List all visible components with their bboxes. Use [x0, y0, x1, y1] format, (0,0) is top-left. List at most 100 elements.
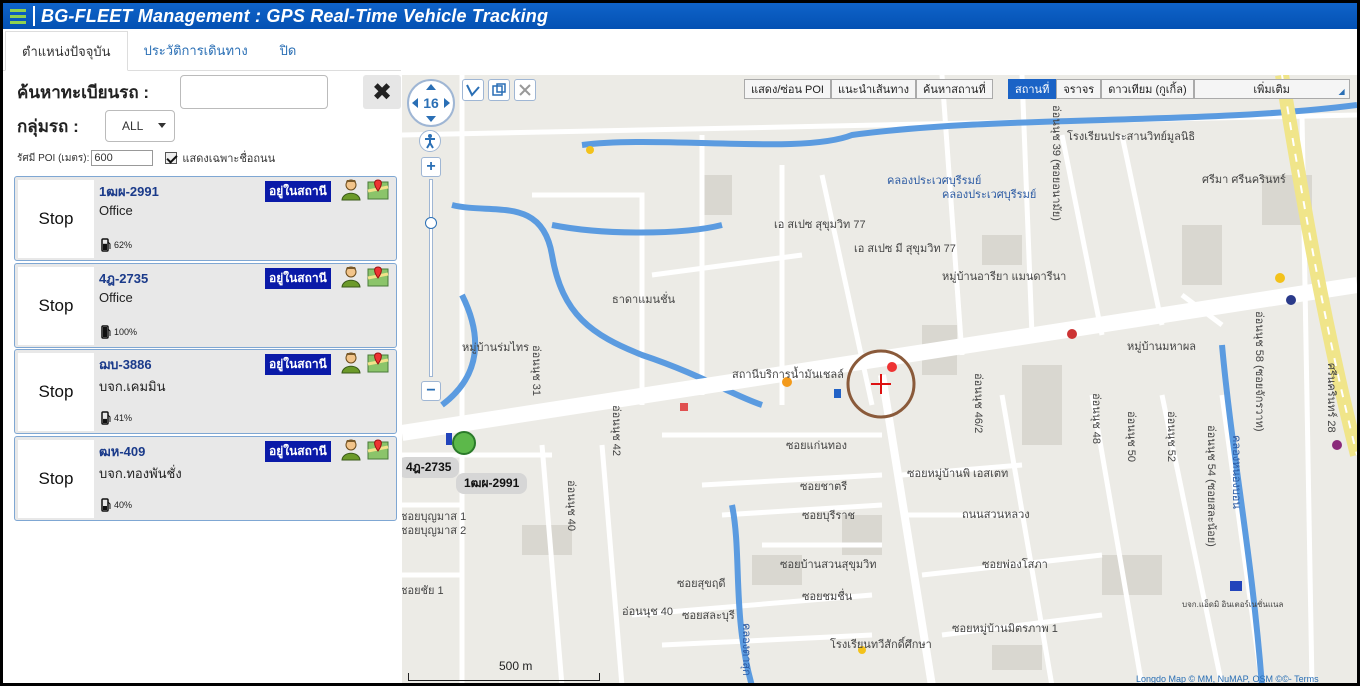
map-road-label: อ่อนนุช 42: [610, 405, 622, 457]
map-place-label: หมู่บ้านมหาผล: [1127, 341, 1197, 353]
vehicle-list: Stop 1ฒผ-2991 Office อยู่ในสถานี 62% Sto…: [14, 176, 397, 522]
measure-distance-button[interactable]: [462, 79, 484, 101]
vehicle-location: บจก.ทองพันชั่ง: [99, 465, 182, 481]
zoom-out-button[interactable]: −: [421, 381, 441, 401]
plate-search-label: ค้นหาทะเบียนรถ :: [17, 83, 150, 102]
map-locate-icon[interactable]: [367, 352, 389, 374]
map-place-label: โรงเรียนทวีสักดิ์ศึกษา: [830, 639, 932, 651]
vehicle-card[interactable]: Stop 4ฎ-2735 Office อยู่ในสถานี 100%: [14, 262, 397, 348]
map-road-label: อ่อนนุช 48: [1090, 393, 1102, 445]
fuel-level-text: 41%: [114, 413, 133, 423]
vehicle-card[interactable]: Stop ฒห-409 บจก.ทองพันชั่ง อยู่ในสถานี 4…: [14, 435, 397, 521]
map-place-label: คลองประเวศบุรีรมย์: [942, 189, 1037, 201]
map-place-label: ซอยชัย 1: [402, 585, 444, 597]
clear-measure-button[interactable]: [514, 79, 536, 101]
group-label: กลุ่มรถ :: [17, 117, 79, 136]
map-road-label: คลองหนองบอน: [1230, 435, 1242, 509]
vehicle-status-button[interactable]: Stop: [18, 266, 94, 345]
map-place-label: ธาดาแมนชั่น: [612, 294, 676, 306]
vehicle-location: Office: [99, 203, 133, 218]
vehicle-plate[interactable]: 4ฎ-2735: [99, 268, 148, 289]
map-type-places[interactable]: สถานที่: [1008, 79, 1057, 99]
map-canvas[interactable]: โรงเรียนประสานวิทย์มูลนิธิ คลองประเวศบุรี…: [402, 75, 1357, 683]
toggle-poi-button[interactable]: แสดง/ซ่อน POI: [744, 79, 831, 99]
map-place-label: ถนนสวนหลวง: [962, 509, 1030, 521]
driver-icon[interactable]: [341, 439, 361, 461]
map-place-label: ซอยบุรีราช: [802, 510, 855, 522]
map-background: [402, 75, 1357, 683]
zoom-slider-track[interactable]: [429, 179, 433, 377]
map-place-label: เอ สเปซ มี สุขุมวิท 77: [854, 243, 956, 255]
map-locate-icon[interactable]: [367, 265, 389, 288]
map-place-label: ซอยสุขฤดี: [677, 578, 726, 590]
driver-icon[interactable]: [341, 266, 361, 288]
vehicle-card[interactable]: Stop 1ฒผ-2991 Office อยู่ในสถานี 62%: [14, 176, 397, 261]
hamburger-menu-icon[interactable]: [3, 3, 33, 29]
measure-area-button[interactable]: [488, 79, 510, 101]
ruler-line-icon: [466, 84, 480, 97]
map-road-label: อ่อนนุช 52: [1165, 411, 1177, 463]
map-place-label: หมู่บ้านอารียา แมนดารีนา: [942, 271, 1067, 283]
vehicle-plate[interactable]: ฌบ-3886: [99, 354, 152, 375]
road-only-label: แสดงเฉพาะชื่อถนน: [182, 153, 276, 165]
map-place-label: อ่อนนุช 40: [622, 606, 674, 618]
poi-radius-label: รัศมี POI (เมตร):: [17, 152, 90, 164]
station-status-badge: อยู่ในสถานี: [265, 181, 331, 202]
map-attribution[interactable]: Longdo Map © MM, NuMAP, OSM ©©- Terms: [1136, 674, 1319, 683]
group-select-value: ALL: [122, 119, 144, 133]
vehicle-plate[interactable]: 1ฒผ-2991: [99, 181, 159, 202]
tab-travel-history[interactable]: ประวัติการเดินทาง: [128, 30, 264, 70]
map-place-label: ศรีมา ศรีนครินทร์: [1202, 174, 1286, 186]
route-guide-button[interactable]: แนะนำเส้นทาง: [830, 79, 916, 99]
vehicle-card[interactable]: Stop ฌบ-3886 บจก.เคมมิน อยู่ในสถานี 41%: [14, 349, 397, 434]
vehicle-map-tag[interactable]: 1ฒผ-2991: [456, 473, 528, 494]
fuel-pump-icon: [101, 411, 111, 425]
plate-search-row: ค้นหาทะเบียนรถ :: [17, 75, 328, 109]
road-only-checkbox[interactable]: [165, 152, 178, 164]
map-place-label: ซอยแก่นทอง: [786, 440, 848, 452]
tab-current-position[interactable]: ตำแหน่งปัจจุบัน: [5, 31, 128, 71]
street-view-button[interactable]: [419, 130, 441, 152]
pan-control[interactable]: 16: [407, 79, 455, 127]
map-locate-icon[interactable]: [367, 438, 389, 461]
area-icon: [492, 83, 506, 96]
more-dropdown[interactable]: เพิ่มเติม ◢: [1193, 79, 1350, 99]
group-select[interactable]: ALL: [105, 110, 175, 142]
vehicle-status-button[interactable]: Stop: [18, 353, 94, 431]
map-type-satellite[interactable]: ดาวเทียม (กูเกิ้ล): [1101, 79, 1194, 99]
vehicle-status-button[interactable]: Stop: [18, 180, 94, 258]
map-place-label: สถานีบริการน้ำมันเชลล์: [732, 369, 844, 381]
station-status-badge: อยู่ในสถานี: [265, 354, 331, 375]
map-locate-icon[interactable]: [367, 179, 389, 201]
vehicle-plate[interactable]: ฒห-409: [99, 441, 145, 462]
map-road-label: อ่อนนุช 31: [530, 345, 542, 397]
map-type-traffic[interactable]: จราจร: [1056, 79, 1102, 99]
zoom-slider-handle[interactable]: [425, 217, 437, 229]
fuel-pump-icon: [101, 497, 111, 512]
driver-icon[interactable]: [341, 352, 361, 374]
fuel-level-text: 40%: [114, 499, 133, 510]
map-road-label: อ่อนนุช 40: [565, 480, 577, 532]
map-toolbar-left: แสดง/ซ่อน POI แนะนำเส้นทาง ค้นหาสถานที่: [744, 79, 993, 99]
close-panel-button[interactable]: ✖: [363, 75, 401, 109]
vehicle-map-tag[interactable]: 4ฎ-2735: [402, 457, 460, 478]
fuel-pump-icon: [101, 324, 111, 339]
map-place-label: ซอยบุญมาส 2: [402, 525, 467, 537]
driver-icon[interactable]: [341, 179, 361, 201]
person-icon: [425, 134, 435, 149]
map-scale-bar: [408, 673, 600, 681]
tab-close[interactable]: ปิด: [264, 30, 313, 70]
map-place-label: ซอยชาตรี: [800, 481, 848, 493]
tab-bar: ตำแหน่งปัจจุบัน ประวัติการเดินทาง ปิด: [3, 29, 401, 71]
plus-icon: +: [426, 158, 436, 175]
find-place-button[interactable]: ค้นหาสถานที่: [916, 79, 993, 99]
map-place-label: หมู่บ้านร่มไทร: [462, 342, 530, 354]
header-divider: [33, 6, 35, 26]
more-label: เพิ่มเติม: [1253, 84, 1290, 96]
poi-radius-input[interactable]: 600: [91, 150, 154, 166]
left-panel: ตำแหน่งปัจจุบัน ประวัติการเดินทาง ปิด ค้…: [3, 29, 401, 683]
vehicle-status-button[interactable]: Stop: [18, 439, 94, 518]
plate-search-input[interactable]: [180, 75, 328, 109]
zoom-in-button[interactable]: +: [421, 157, 441, 177]
station-status-badge: อยู่ในสถานี: [265, 440, 331, 462]
